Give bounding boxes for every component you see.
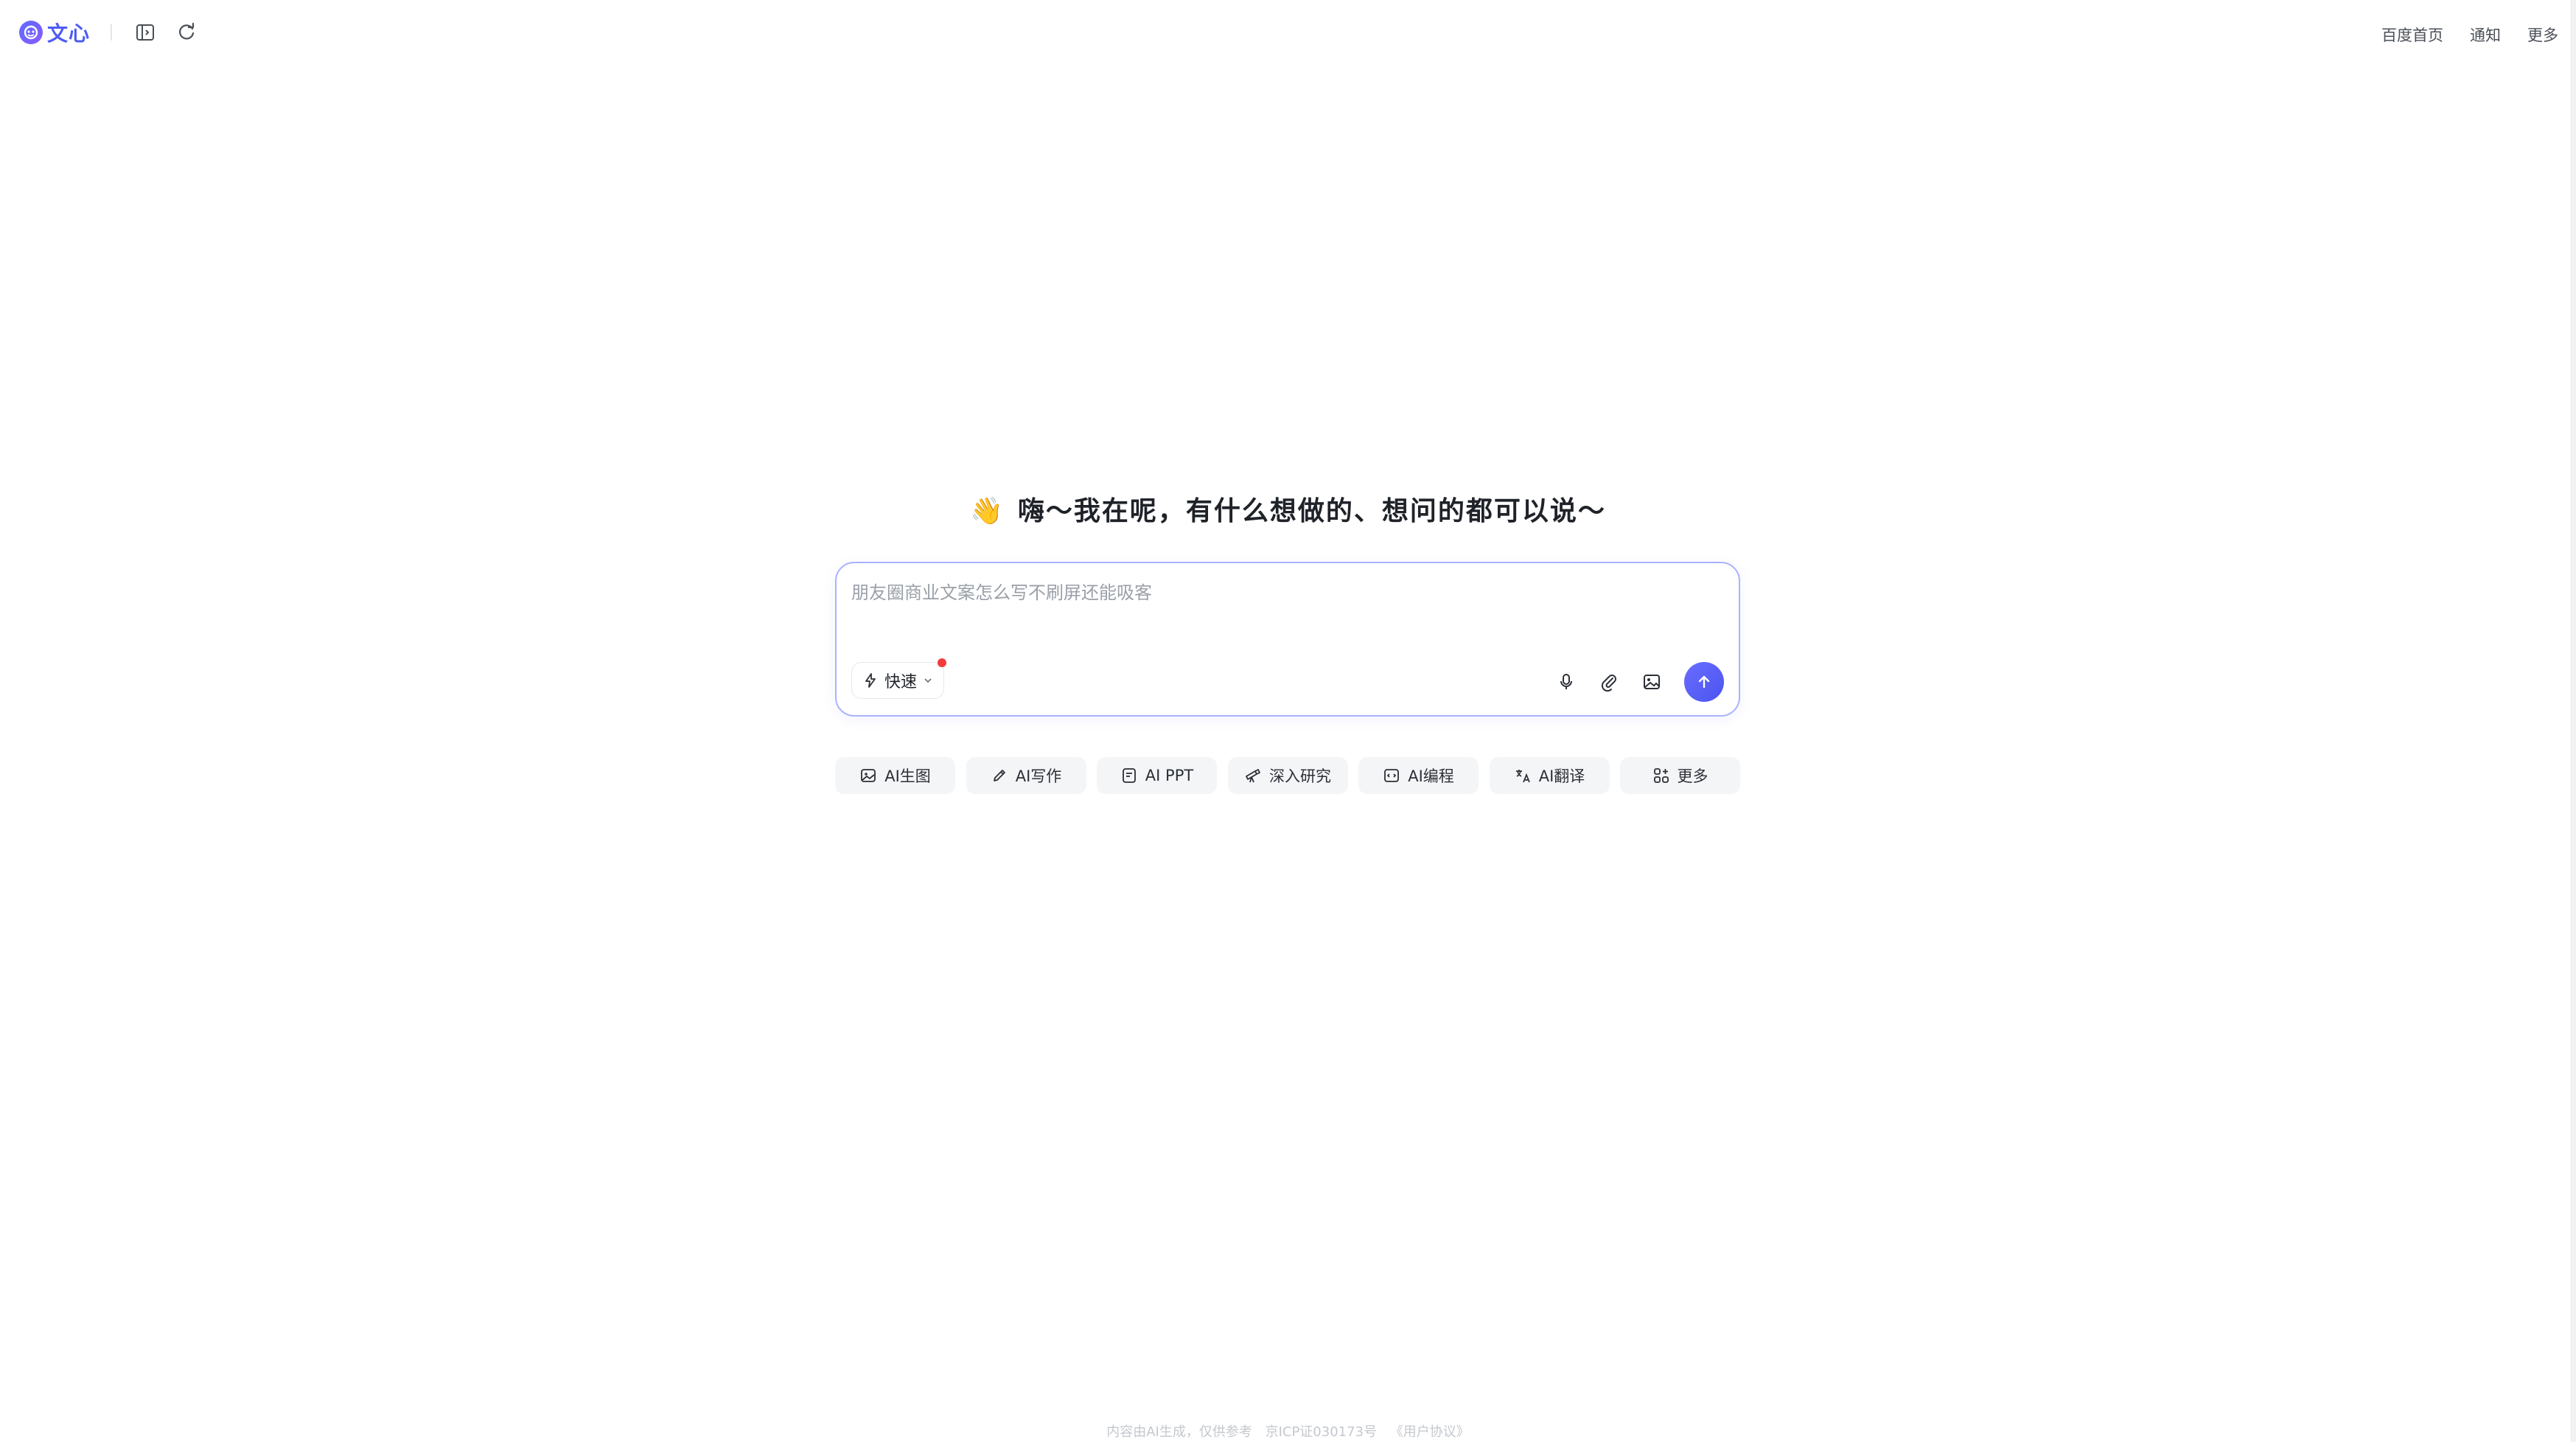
wave-emoji: 👋	[970, 496, 1005, 526]
attachment-icon[interactable]	[1596, 669, 1622, 695]
mode-selector[interactable]: 快速	[851, 658, 947, 699]
quick-more[interactable]: 更多	[1620, 757, 1740, 794]
scrollbar[interactable]	[2571, 0, 2576, 1442]
chat-input-box: 快速	[835, 562, 1740, 717]
footer-agreement-link[interactable]: 《用户协议》	[1390, 1424, 1470, 1440]
translate-icon	[1515, 770, 1530, 783]
image-icon	[861, 769, 876, 782]
quick-label: AI翻译	[1538, 767, 1585, 785]
new-chat-icon[interactable]	[174, 20, 199, 45]
footer-disclaimer: 内容由AI生成，仅供参考	[1106, 1424, 1252, 1440]
header-divider	[111, 24, 113, 41]
microphone-icon[interactable]	[1553, 669, 1580, 695]
code-icon	[1384, 769, 1400, 782]
quick-label: AI PPT	[1145, 767, 1194, 784]
greeting-text: 嗨～我在呢，有什么想做的、想问的都可以说～	[1017, 496, 1606, 526]
quick-label: AI编程	[1408, 767, 1454, 785]
greeting: 👋 嗨～我在呢，有什么想做的、想问的都可以说～	[0, 490, 2576, 528]
chevron-down-icon	[924, 678, 932, 683]
lightning-icon	[865, 673, 876, 688]
image-upload-icon[interactable]	[1638, 669, 1665, 695]
nav-baidu-home[interactable]: 百度首页	[2381, 24, 2443, 46]
quick-deep-research[interactable]: 深入研究	[1227, 757, 1348, 794]
quick-ai-writing[interactable]: AI写作	[966, 757, 1086, 794]
header-left: 文心	[19, 18, 215, 47]
nav-notifications[interactable]: 通知	[2470, 24, 2501, 46]
quick-label: AI生图	[884, 767, 931, 785]
grid-icon	[1653, 768, 1669, 783]
input-tools	[1553, 662, 1724, 702]
telescope-icon	[1246, 769, 1260, 783]
wenxin-logo-icon	[19, 21, 43, 44]
chat-input[interactable]	[850, 577, 1722, 646]
nav-more[interactable]: 更多	[2527, 24, 2558, 46]
notification-dot	[938, 658, 947, 667]
header-nav: 百度首页 通知 更多	[2381, 24, 2558, 46]
quick-label: 深入研究	[1269, 767, 1331, 785]
quick-ai-coding[interactable]: AI编程	[1358, 757, 1479, 794]
logo-text: 文心	[47, 21, 91, 46]
footer: 内容由AI生成，仅供参考 京ICP证030173号 《用户协议》	[0, 1421, 2576, 1441]
quick-actions: AI生图 AI写作 AI PPT 深入研究 AI编程 AI翻译 更多	[835, 757, 1740, 794]
mode-label: 快速	[884, 673, 918, 692]
quick-label: AI写作	[1015, 767, 1062, 785]
pen-icon	[993, 770, 1005, 781]
quick-ai-ppt[interactable]: AI PPT	[1097, 757, 1217, 794]
ppt-icon	[1122, 768, 1136, 783]
page: 文心 百度首页 通知 更多 👋 嗨～我在呢，有什么想做的、想问的都可以说～ 朋友…	[0, 0, 2576, 1442]
footer-icp-link[interactable]: 京ICP证030173号	[1266, 1424, 1377, 1440]
quick-ai-image[interactable]: AI生图	[835, 757, 955, 794]
logo[interactable]: 文心	[19, 18, 90, 47]
quick-ai-translate[interactable]: AI翻译	[1489, 757, 1610, 794]
send-button[interactable]	[1684, 662, 1724, 702]
quick-label: 更多	[1677, 767, 1708, 785]
arrow-up-icon	[1698, 675, 1710, 689]
sidebar-toggle-icon[interactable]	[133, 20, 158, 45]
